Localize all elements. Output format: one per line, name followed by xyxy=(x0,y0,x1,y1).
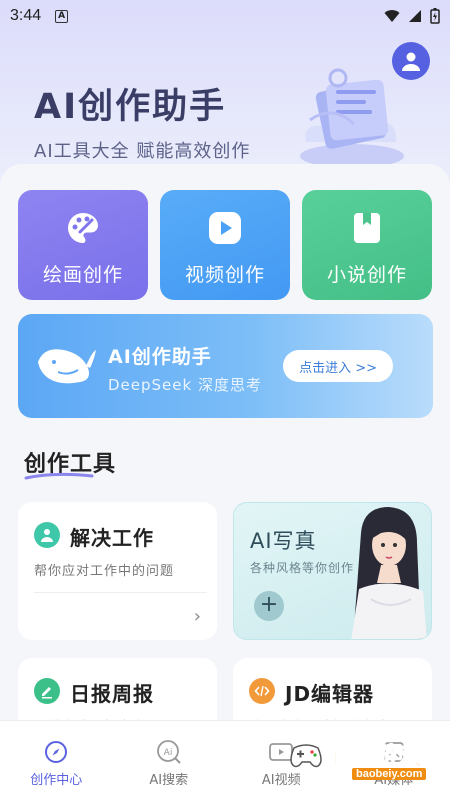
jd-editor-title: JD编辑器 xyxy=(285,682,375,706)
edit-icon xyxy=(34,678,60,704)
notification-icon: A xyxy=(55,9,69,23)
section-underline xyxy=(24,472,94,480)
gamepad-icon xyxy=(290,744,322,768)
painting-creation-label: 绘画创作 xyxy=(42,264,123,286)
wifi-icon xyxy=(384,10,400,22)
battery-icon xyxy=(430,8,440,24)
status-time: 3:44 xyxy=(10,7,42,24)
compass-icon xyxy=(45,741,68,763)
ai-search-icon: Ai xyxy=(156,740,181,764)
add-photo-button[interactable]: + xyxy=(254,591,284,621)
ai-photo-title: AI写真 xyxy=(250,529,317,553)
user-icon xyxy=(34,522,60,548)
tab-ai-search-label: AI搜索 xyxy=(149,773,189,788)
book-icon xyxy=(354,213,380,243)
status-icons xyxy=(384,8,440,24)
daily-report-title: 日报周报 xyxy=(70,682,154,706)
status-bar: 3:44 A xyxy=(0,0,450,32)
banner-title: AI创作助手 xyxy=(108,346,212,368)
painting-creation-card[interactable]: 绘画创作 xyxy=(18,190,148,300)
palette-icon xyxy=(68,213,98,243)
solve-work-title: 解决工作 xyxy=(70,526,154,550)
tab-ai-search[interactable]: Ai AI搜索 xyxy=(113,721,226,800)
tab-creation-center[interactable]: 创作中心 xyxy=(0,721,113,800)
play-icon xyxy=(209,212,241,244)
svg-text:Ai: Ai xyxy=(163,748,172,758)
watermark: 宝贝游戏网 baobeiy.com xyxy=(288,736,438,800)
solve-work-card[interactable]: 解决工作 帮你应对工作中的问题 › xyxy=(18,502,217,640)
banner-subtitle: DeepSeek 深度思考 xyxy=(108,376,262,394)
tab-creation-center-label: 创作中心 xyxy=(30,773,83,788)
hero-illustration xyxy=(300,68,404,168)
page-subtitle: AI工具大全 赋能高效创作 xyxy=(34,141,251,162)
ai-photo-desc: 各种风格等你创作 xyxy=(250,561,355,575)
ai-assistant-banner[interactable]: AI创作助手 DeepSeek 深度思考 点击进入 >> xyxy=(18,314,433,418)
solve-work-desc: 帮你应对工作中的问题 xyxy=(34,564,175,579)
deepseek-whale-icon xyxy=(38,349,96,384)
portrait-illustration xyxy=(351,507,427,639)
watermark-url: baobeiy.com xyxy=(352,768,427,780)
video-creation-card[interactable]: 视频创作 xyxy=(160,190,290,300)
page-title: AI创作助手 xyxy=(34,87,227,127)
code-icon xyxy=(249,678,275,704)
divider xyxy=(34,592,207,593)
ai-photo-card[interactable]: AI写真 各种风格等你创作 + xyxy=(233,502,432,640)
novel-creation-label: 小说创作 xyxy=(326,264,407,286)
video-creation-label: 视频创作 xyxy=(184,264,265,286)
chevron-right-icon: › xyxy=(193,606,201,627)
signal-icon xyxy=(409,10,421,22)
enter-button[interactable]: 点击进入 >> xyxy=(283,350,393,382)
novel-creation-card[interactable]: 小说创作 xyxy=(302,190,432,300)
